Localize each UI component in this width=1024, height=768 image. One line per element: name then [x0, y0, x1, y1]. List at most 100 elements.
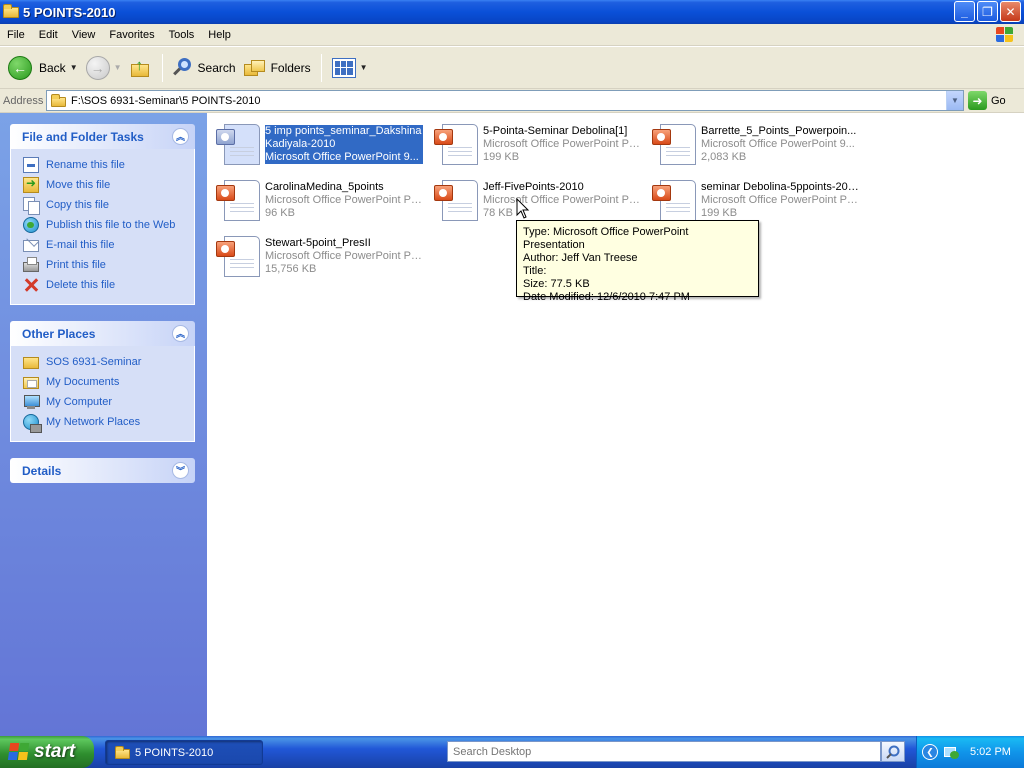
- file-type: Microsoft Office PowerPoint Pr...: [265, 194, 423, 206]
- task-email[interactable]: E-mail this file: [23, 235, 194, 255]
- views-button[interactable]: ▼: [328, 50, 372, 86]
- task-move[interactable]: Move this file: [23, 175, 194, 195]
- chevron-down-icon[interactable]: ▼: [114, 63, 122, 72]
- views-icon: [331, 57, 356, 78]
- maximize-button[interactable]: ❐: [977, 1, 998, 22]
- menu-view[interactable]: View: [65, 29, 103, 41]
- collapse-icon[interactable]: ︽: [172, 325, 189, 342]
- folder-icon: [23, 357, 39, 369]
- desktop-search-input[interactable]: [447, 741, 881, 762]
- forward-arrow-icon: →: [85, 55, 110, 80]
- folder-icon: [3, 4, 19, 18]
- back-label: Back: [39, 60, 66, 75]
- chevron-down-icon[interactable]: ▼: [360, 63, 368, 72]
- task-publish[interactable]: Publish this file to the Web: [23, 215, 194, 235]
- tooltip-size: Size: 77.5 KB: [523, 278, 590, 290]
- file-item[interactable]: seminar Debolina-5ppoints-2010 Microsoft…: [647, 174, 859, 222]
- address-dropdown-button[interactable]: ▼: [946, 91, 963, 110]
- place-network[interactable]: My Network Places: [23, 412, 194, 433]
- file-item[interactable]: 5-Pointa-Seminar Debolina[1] Microsoft O…: [429, 118, 641, 166]
- folders-icon: [243, 58, 266, 78]
- toolbar-divider: [320, 53, 322, 82]
- panel-header[interactable]: File and Folder Tasks ︽: [10, 124, 195, 149]
- file-item[interactable]: CarolinaMedina_5points Microsoft Office …: [211, 174, 423, 222]
- collapse-icon[interactable]: ︽: [172, 128, 189, 145]
- tooltip-modified: Date Modified: 12/6/2010 7:47 PM: [523, 291, 690, 303]
- go-arrow-icon: ➜: [968, 91, 987, 110]
- place-label: My Computer: [46, 396, 113, 408]
- address-value: F:\SOS 6931-Seminar\5 POINTS-2010: [71, 94, 261, 107]
- task-print[interactable]: Print this file: [23, 255, 194, 275]
- chevron-down-icon[interactable]: ▼: [70, 63, 78, 72]
- place-sos-seminar[interactable]: SOS 6931-Seminar: [23, 352, 194, 372]
- menu-tools[interactable]: Tools: [162, 29, 202, 41]
- address-input[interactable]: F:\SOS 6931-Seminar\5 POINTS-2010 ▼: [46, 90, 964, 111]
- taskbar-window-label: 5 POINTS-2010: [135, 746, 214, 759]
- up-folder-button[interactable]: ↑: [126, 50, 156, 86]
- expand-icon[interactable]: ︾: [172, 462, 189, 479]
- menu-help[interactable]: Help: [201, 29, 238, 41]
- close-button[interactable]: ✕: [1000, 1, 1021, 22]
- task-delete[interactable]: Delete this file: [23, 275, 194, 295]
- move-icon: [23, 176, 39, 193]
- desktop-search-button[interactable]: [881, 741, 905, 762]
- start-button[interactable]: start: [0, 736, 94, 768]
- file-item[interactable]: Stewart-5point_PresII Microsoft Office P…: [211, 230, 423, 278]
- file-type: Microsoft Office PowerPoint Pr...: [701, 194, 859, 206]
- minimize-button[interactable]: _: [954, 1, 975, 22]
- network-status-icon[interactable]: [944, 745, 960, 759]
- file-info-tooltip: Type: Microsoft Office PowerPoint Presen…: [516, 220, 759, 303]
- my-documents-icon: [23, 377, 39, 389]
- place-label: My Network Places: [46, 416, 141, 428]
- powerpoint-file-icon: [214, 176, 262, 222]
- powerpoint-file-icon: [650, 176, 698, 222]
- file-size: 96 KB: [265, 207, 295, 219]
- taskbar-window-button[interactable]: 5 POINTS-2010: [105, 740, 263, 765]
- place-my-computer[interactable]: My Computer: [23, 392, 194, 412]
- file-size: 199 KB: [483, 151, 520, 163]
- task-label: E-mail this file: [46, 239, 115, 251]
- title-bar[interactable]: 5 POINTS-2010 _ ❐ ✕: [0, 0, 1024, 24]
- forward-button[interactable]: → ▼: [82, 50, 126, 86]
- file-type: Microsoft Office PowerPoint Pr...: [483, 138, 641, 150]
- place-label: SOS 6931-Seminar: [46, 356, 142, 368]
- task-rename[interactable]: Rename this file: [23, 155, 194, 175]
- menu-file[interactable]: File: [0, 29, 32, 41]
- menu-edit[interactable]: Edit: [32, 29, 65, 41]
- place-my-documents[interactable]: My Documents: [23, 372, 194, 392]
- file-size: 78 KB: [483, 207, 513, 219]
- go-button[interactable]: ➜ Go: [968, 91, 1006, 110]
- file-folder-tasks-panel: File and Folder Tasks ︽ Rename this file…: [10, 124, 195, 305]
- back-button[interactable]: ← Back ▼: [0, 50, 82, 86]
- menu-bar: File Edit View Favorites Tools Help: [0, 24, 1024, 46]
- search-button[interactable]: Search: [169, 50, 240, 86]
- task-label: Rename this file: [46, 159, 125, 171]
- powerpoint-file-icon: [650, 120, 698, 166]
- panel-header[interactable]: Other Places ︽: [10, 321, 195, 346]
- file-item[interactable]: Jeff-FivePoints-2010 Microsoft Office Po…: [429, 174, 641, 222]
- file-name: CarolinaMedina_5points: [265, 181, 384, 193]
- clock[interactable]: 5:02 PM: [970, 746, 1011, 758]
- file-name: seminar Debolina-5ppoints-2010: [701, 181, 859, 193]
- email-icon: [23, 240, 39, 252]
- file-size: 15,756 KB: [265, 263, 317, 275]
- folders-button[interactable]: Folders: [240, 50, 315, 86]
- show-hidden-icons-button[interactable]: ❮: [922, 744, 938, 760]
- file-name: 5-Pointa-Seminar Debolina[1]: [483, 125, 628, 137]
- file-name: Stewart-5point_PresII: [265, 237, 371, 249]
- folders-label: Folders: [270, 60, 311, 75]
- file-type: Microsoft Office PowerPoint 9...: [701, 138, 855, 150]
- menu-favorites[interactable]: Favorites: [102, 29, 161, 41]
- task-copy[interactable]: Copy this file: [23, 195, 194, 215]
- powerpoint-file-icon: [214, 120, 262, 166]
- address-label: Address: [3, 94, 44, 107]
- tooltip-author: Author: Jeff Van Treese: [523, 252, 638, 264]
- file-list[interactable]: 5 imp points_seminar_Dakshina Kadiyala-2…: [207, 113, 1024, 736]
- file-item[interactable]: 5 imp points_seminar_Dakshina Kadiyala-2…: [211, 118, 423, 166]
- copy-icon: [23, 197, 40, 215]
- task-label: Move this file: [46, 179, 111, 191]
- panel-title: Details: [22, 463, 62, 478]
- panel-header[interactable]: Details ︾: [10, 458, 195, 483]
- panel-title: Other Places: [22, 326, 96, 341]
- file-item[interactable]: Barrette_5_Points_Powerpoin... Microsoft…: [647, 118, 857, 166]
